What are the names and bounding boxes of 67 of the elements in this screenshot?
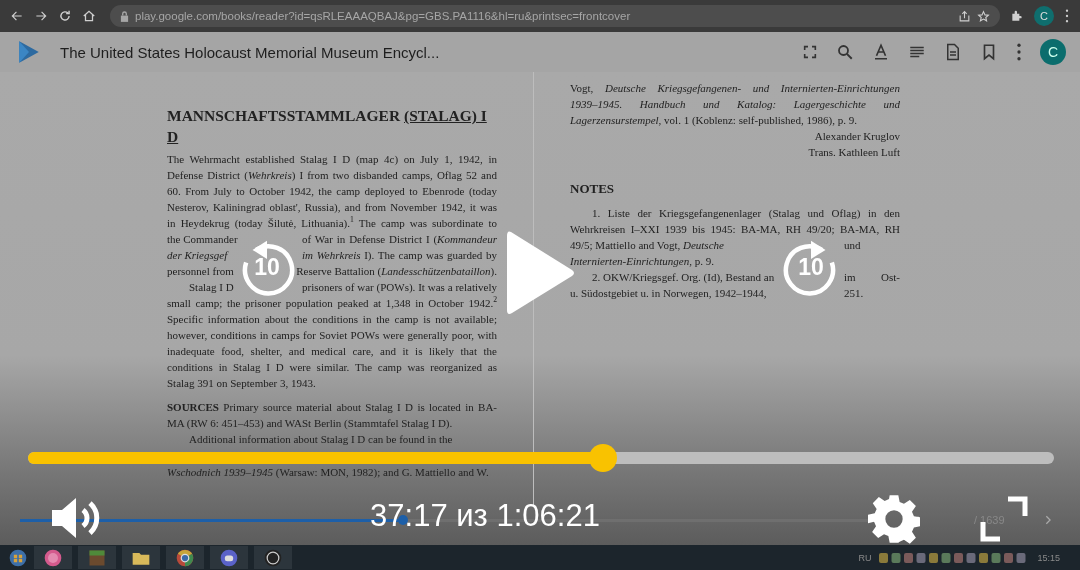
text-fragment: personnel from [167, 264, 234, 279]
more-icon[interactable] [1016, 43, 1022, 61]
text-line: MA (RW 6: 451–453) and WASt Berlin (Stammtafel Stalag I D). [167, 416, 453, 431]
text-fragment: Stalag I D [189, 280, 234, 295]
account-avatar[interactable]: C [1040, 39, 1066, 65]
chat-app-icon[interactable] [219, 547, 239, 568]
text-line: 60. From July to October 1942, the camp deployed to Ebenrode (today [167, 184, 497, 199]
text-line: 1939–1945. Handbuch und Katalog: Lagergeschichte und [570, 97, 900, 112]
forward-icon[interactable] [34, 9, 48, 23]
playback-time: 37:17 из 1:06:21 [369, 498, 601, 534]
text-fragment: the Commander [167, 232, 238, 247]
star-icon[interactable] [977, 9, 990, 23]
lock-icon [120, 10, 129, 22]
text-line: Lagerzensurstempel, vol. 1 (Koblenz: self-published, 1986), p. 9. [570, 113, 857, 128]
text-line: Wschodnich 1939–1945 (Warsaw: MON, 1982); and G. Mattiello and W. [167, 465, 489, 480]
text-line: Defense District (Wehrkreis) I from two disbanded camps, Oflag 52 and [167, 168, 497, 183]
address-bar[interactable]: play.google.com/books/reader?id=qsRLEAAAQBAJ&pg=GBS.PA1116&hl=ru&printsec=frontcover [110, 5, 1000, 27]
text-fragment: im Ost- [844, 270, 900, 285]
search-icon[interactable] [836, 43, 854, 61]
home-icon[interactable] [82, 9, 96, 23]
settings-icon[interactable] [868, 493, 920, 545]
fullscreen-icon[interactable] [802, 44, 818, 60]
text-fragment: 251. [844, 286, 865, 301]
author-credit: Alexander Kruglov [814, 130, 900, 142]
profile-avatar[interactable]: C [1034, 6, 1054, 26]
puzzle-icon[interactable] [1010, 9, 1024, 23]
text-line: in Heydekrug (today Šilutė, Lithuania).$^{1}$ The camp was subordinate to [167, 215, 497, 231]
text-fragment: der Kriegsgef [167, 248, 228, 263]
text-line: however, conditions in camps for Soviet POWs were generally poor, with [167, 328, 497, 343]
text-fragment: of War in Defense District I (Kommandeur [302, 232, 497, 247]
text-line: small camp; the prisoner population peaked at 1,348 in October 1942.$^{2}$ [167, 295, 497, 311]
book-title: The United States Holocaust Memorial Museum Encycl... [60, 43, 441, 61]
text-fragment: und [844, 238, 862, 253]
notes-heading: NOTES [570, 181, 615, 196]
text-line: Additional information about Stalag I D can be found in the [188, 432, 453, 447]
recorder-icon[interactable] [263, 547, 283, 568]
back-icon[interactable] [10, 9, 24, 23]
text-line: The Wehrmacht established Stalag I D (map 4c) on July 1, 1942, in [167, 152, 497, 167]
text-line: Internierten-Einrichtungen, p. 9. [570, 254, 714, 269]
more-icon[interactable] [1064, 9, 1070, 23]
text-line: Vogt, Deutsche Kriegsgefangenen- und Internierten-Einrichtungen [570, 81, 900, 96]
text-line: Specific information about the conditions in the camp is not available; [167, 312, 497, 327]
text-line: Nesterov, Kaliningrad oblast', Russia), and from November 1942, it was [167, 200, 497, 215]
author-credit: Trans. Kathleen Luft [808, 146, 900, 158]
language-indicator[interactable]: RU [858, 552, 872, 563]
text-fragment: im Wehrkreis I). The camp was guarded by [302, 248, 497, 263]
heading-link[interactable]: (STALAG) I [403, 107, 487, 124]
reload-icon[interactable] [58, 9, 72, 23]
text-line: Stalag 391 on September 3, 1943. [167, 376, 316, 391]
text-fragment: Reserve Battalion (Landesschützenbataillon). [296, 264, 497, 279]
text-line: SOURCES Primary source material about Stalag I D is located in BA- [167, 400, 497, 415]
browser-icon[interactable] [175, 547, 195, 568]
section-heading: MANNSCHAFTSSTAMMLAGER (STALAG) I D [167, 106, 488, 147]
text-fragment: u. Südostgebiet u. in Norwegen, 1942–1944, [570, 286, 767, 301]
text-format-icon[interactable] [872, 43, 890, 61]
heading-link[interactable]: D [167, 128, 179, 145]
text-line: Wehrkreisen I–XXI 1939 bis 1945: BA-MA, RH 49/20; BA-MA, RH [570, 222, 900, 237]
start-orb-icon[interactable] [8, 547, 28, 568]
text-line: conditions in Stalag I D were similar. The camp was reorganized as [167, 360, 497, 375]
text-fragment: 2. OKW/Kriegsgef. Org. (Id), Bestand an [592, 270, 775, 285]
text-fragment: prisoners of war (POWs). It was a relatively [302, 280, 497, 295]
clock: 15:15 [1037, 552, 1060, 563]
text-line: 1. Liste der Kriegsgefangenenlager (Stalag und Oflag) in den [591, 206, 900, 221]
document-icon[interactable] [944, 43, 962, 61]
text-line: inadequate food, shelter, and medical care, and it is likely that the [167, 344, 497, 359]
text-fragment: 49/5; Mattiello and Vogt, Deutsche [570, 238, 724, 253]
share-icon[interactable] [958, 9, 971, 23]
